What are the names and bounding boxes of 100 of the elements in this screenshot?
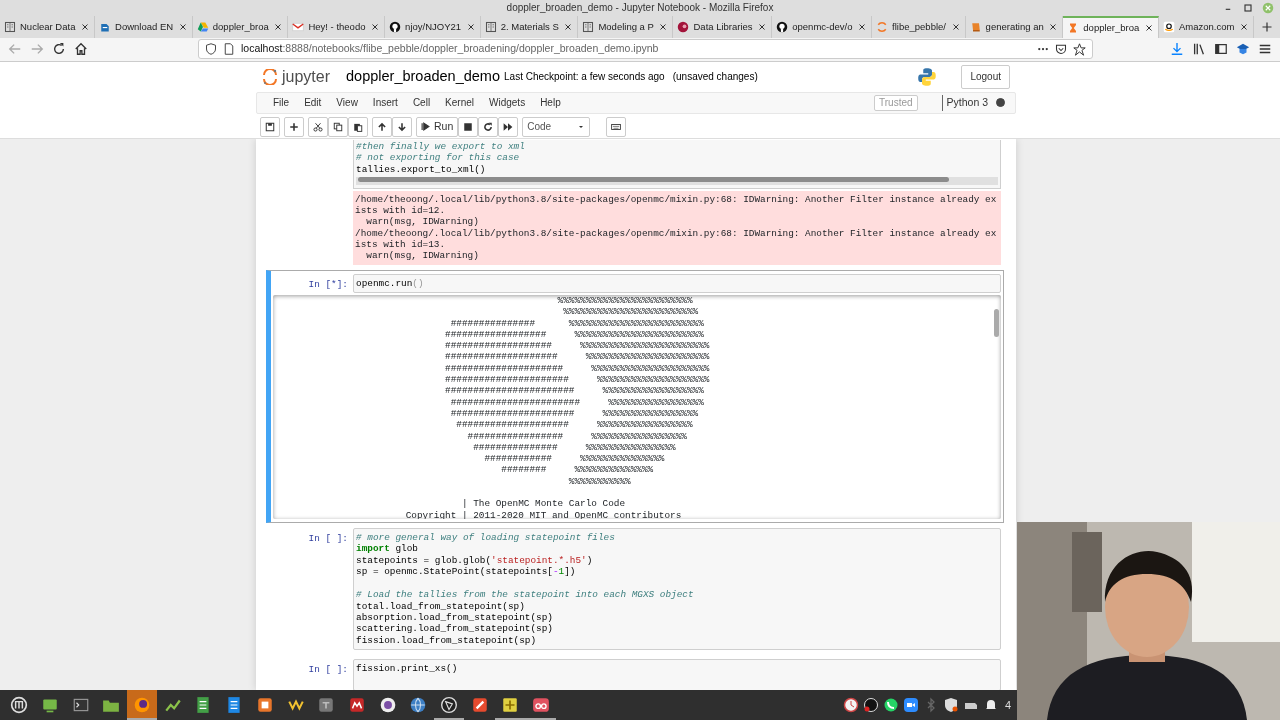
browser-tab[interactable]: Data Libraries (673, 15, 773, 38)
plus-icon[interactable] (1261, 20, 1273, 33)
close-icon[interactable] (370, 21, 381, 32)
scrollbar[interactable] (994, 308, 999, 337)
glasses-icon (532, 696, 551, 714)
menu-item[interactable]: Edit (298, 95, 331, 111)
menu-item[interactable]: Insert (366, 95, 407, 111)
move-down-button[interactable] (392, 116, 412, 137)
code-line: # not exporting for this case (356, 152, 521, 164)
browser-tab[interactable]: doppler_broa (1063, 15, 1159, 38)
close-icon[interactable] (563, 21, 574, 32)
close-icon[interactable] (857, 21, 868, 32)
mountain-icon (347, 696, 366, 714)
reload-icon[interactable] (52, 42, 66, 57)
code-line: total.load_from_statepoint(sp) (356, 600, 526, 612)
browser-tab[interactable]: njoy/NJOY21 (385, 15, 481, 38)
window-title: doppler_broaden_demo - Jupyter Notebook - Mozilla Firefox (506, 1, 774, 16)
output-line: ############### %%%%%%%%%%%%%%%% (472, 441, 677, 454)
browser-tab[interactable]: 2. Materials S (480, 15, 579, 38)
chat-icon[interactable] (882, 697, 899, 713)
notebook-name[interactable]: doppler_broaden_demo (346, 65, 501, 88)
browser-tab[interactable]: Hey! - theodo (288, 15, 386, 38)
restart-button[interactable] (478, 116, 499, 137)
output-line: | The OpenMC Monte Carlo Code (460, 498, 627, 510)
keyboard-button[interactable] (606, 116, 627, 137)
output-line: ################## %%%%%%%%%%%%%%%%%%%%%%% (444, 328, 705, 341)
close-icon[interactable] (950, 21, 961, 32)
scrollbar[interactable] (356, 176, 998, 185)
url-path: :8888/notebooks/flibe_pebble/doppler_broadening/doppler_broaden_demo.ipynb (282, 42, 659, 55)
tray-text: 4 (1004, 697, 1011, 713)
code-input[interactable]: fission.print_xs() (353, 658, 1001, 690)
notebook-cell[interactable]: In [ ]: fission.print_xs() (266, 654, 1004, 690)
logout-button[interactable]: Logout (961, 64, 1010, 89)
output-line: #################### %%%%%%%%%%%%%%%%%%%%%% (444, 351, 711, 363)
checkpoint-text: Last Checkpoint: a few seconds ago (504, 70, 665, 85)
address-field[interactable]: localhost:8888/notebooks/flibe_pebble/doppler_broadening/doppler_broaden_demo.ipynb (198, 39, 1093, 60)
start-menu-icon (10, 696, 29, 714)
output-line: %%%%%%%%%%% (567, 475, 632, 487)
close-icon[interactable] (1143, 22, 1154, 33)
cell-type-dropdown[interactable]: Code (522, 116, 591, 137)
maximize-icon[interactable] (1242, 2, 1254, 14)
browser-tab[interactable]: openmc-dev/o (772, 15, 873, 38)
output-line: ############ %%%%%%%%%%%%%%% (483, 453, 666, 465)
shield-icon[interactable] (942, 697, 959, 713)
copy-button[interactable] (328, 116, 348, 137)
close-icon[interactable] (80, 21, 91, 32)
move-up-button[interactable] (372, 116, 392, 137)
fast-forward-button[interactable] (498, 116, 519, 137)
stop-button[interactable] (458, 116, 479, 137)
video-camera-icon[interactable] (902, 697, 919, 713)
menu-item[interactable]: Cell (406, 95, 440, 111)
clock-icon[interactable] (842, 697, 859, 713)
aperture-icon[interactable] (862, 697, 879, 713)
menu-item[interactable]: View (330, 95, 367, 111)
close-icon[interactable] (658, 21, 669, 32)
code-input[interactable]: #then finally we export to xml # not exporting for this case tallies.export_to_xml() (353, 139, 1001, 189)
close-icon[interactable] (177, 21, 188, 32)
input-prompt: In [ ]: (308, 532, 348, 544)
output-line: %%%%%%%%%%%%%%%%%%%%%%%% (562, 306, 700, 318)
close-icon[interactable] (1048, 21, 1059, 32)
sidebar-icon[interactable] (1214, 42, 1228, 57)
library-icon[interactable] (1192, 42, 1206, 57)
menu-item[interactable]: Help (534, 95, 570, 111)
text-app-icon (317, 696, 336, 714)
save-button[interactable] (260, 116, 280, 137)
close-icon[interactable] (273, 21, 284, 32)
output-line: /home/theoong/.local/lib/python3.8/site-packages/openmc/mixin.py:68: IDWarning: Another Filter instance already ex (355, 227, 998, 240)
browser-tab[interactable]: Download EN (95, 15, 193, 38)
close-icon[interactable] (757, 21, 768, 32)
run-button[interactable]: Run (416, 116, 459, 137)
code-input[interactable]: openmc.run() (353, 273, 1001, 293)
paste-button[interactable] (348, 116, 368, 137)
logo-text[interactable]: jupyter (282, 64, 331, 89)
cut-button[interactable] (308, 116, 328, 137)
notebook-cell[interactable] (266, 269, 1004, 523)
menu-item[interactable]: Kernel (439, 95, 483, 111)
menu-item[interactable]: File (267, 95, 299, 111)
logo-icon[interactable] (262, 68, 278, 85)
home-icon[interactable] (74, 42, 88, 57)
code-line: tallies.export_to_xml() (356, 163, 487, 175)
close-icon[interactable] (1239, 21, 1249, 32)
download-icon[interactable] (1170, 42, 1184, 57)
notebook-icon (4, 20, 16, 33)
keyboard-icon (611, 121, 622, 132)
browser-tab[interactable]: Modeling a P (578, 15, 674, 38)
pocket-icon[interactable] (1055, 43, 1067, 56)
code-input[interactable] (353, 527, 1001, 650)
browser-tab[interactable]: flibe_pebble/ (872, 15, 966, 38)
browser-tab[interactable]: doppler_broa (192, 15, 289, 38)
browser-tab[interactable]: Amazon.com (1158, 15, 1254, 38)
menu-item[interactable]: Widgets (483, 95, 535, 111)
graduation-cap-icon[interactable] (1236, 42, 1250, 57)
taskbar-button[interactable] (126, 690, 158, 720)
star-icon[interactable] (1073, 42, 1086, 56)
insert-cell-button[interactable] (284, 116, 304, 137)
close-icon[interactable] (465, 21, 476, 32)
down-arrow-icon (397, 121, 407, 132)
kernel-name: Python 3 (941, 94, 988, 111)
browser-tab[interactable]: Nuclear Data (0, 15, 96, 38)
play-icon (421, 122, 430, 132)
